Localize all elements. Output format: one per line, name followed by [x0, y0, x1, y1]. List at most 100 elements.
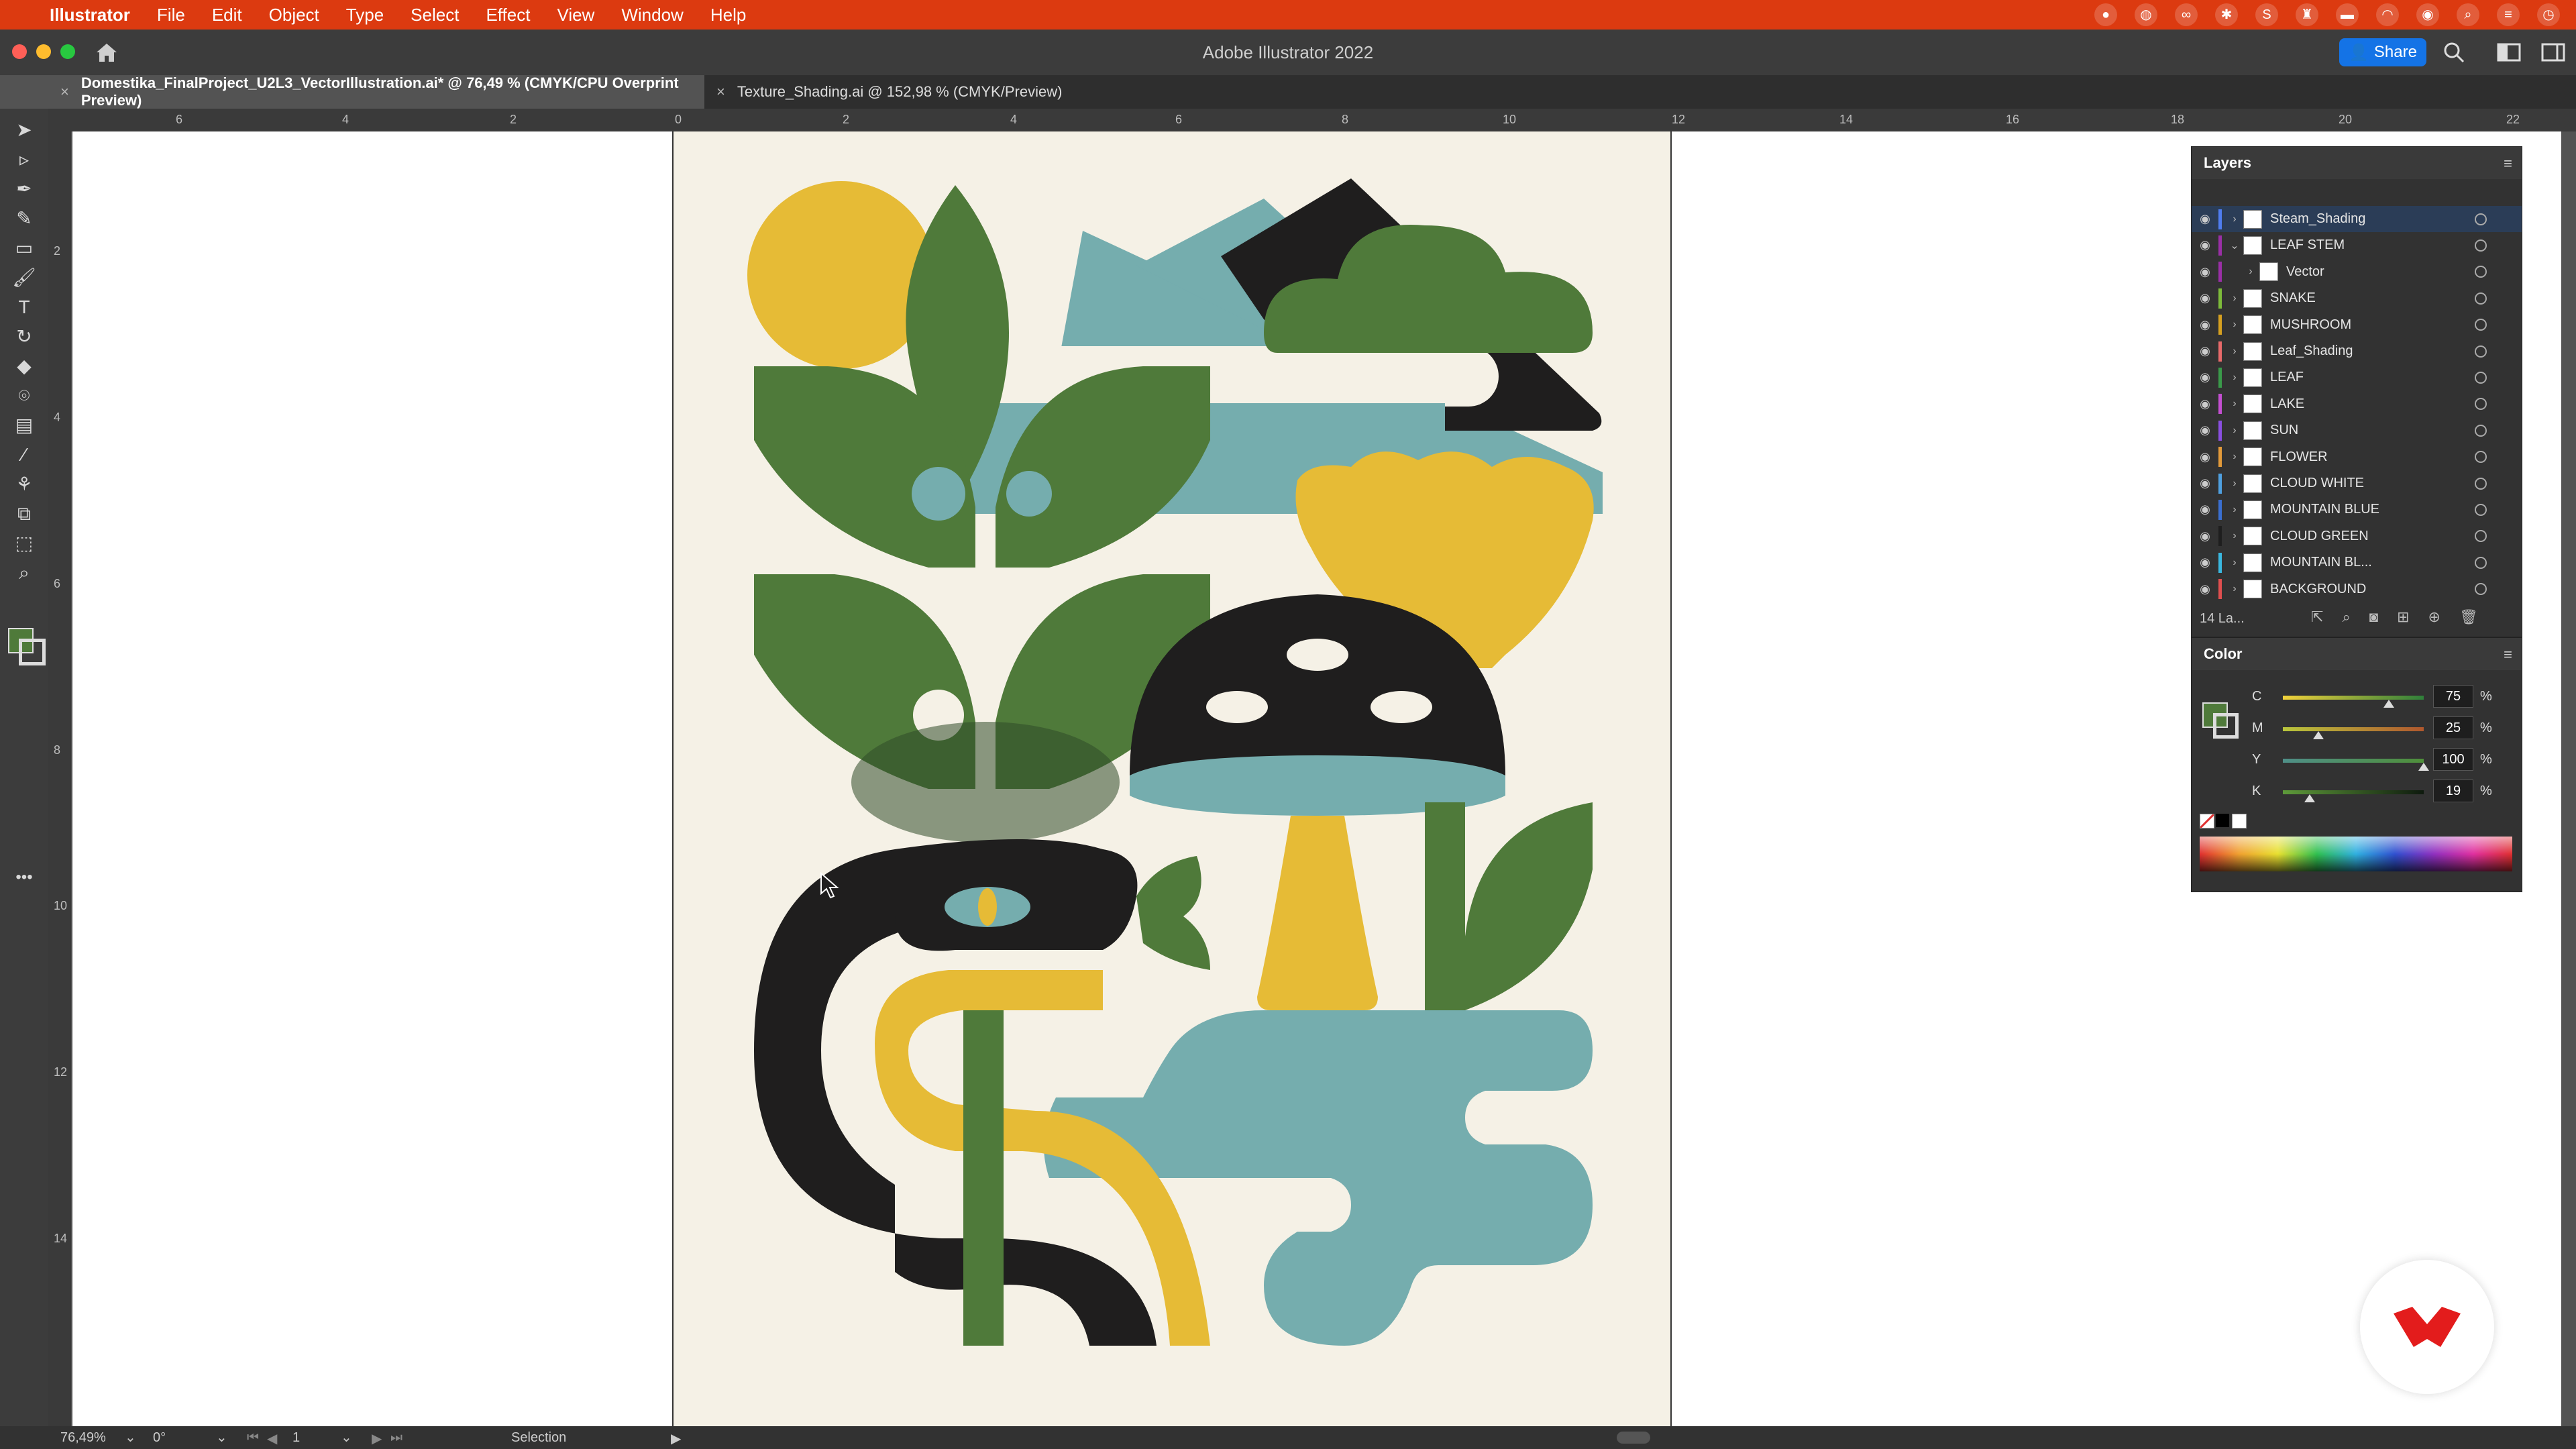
visibility-eye-icon[interactable]: ◉ — [2192, 529, 2218, 543]
target-circle-icon[interactable] — [2475, 424, 2487, 437]
close-tab-icon[interactable]: × — [716, 83, 725, 101]
layer-row[interactable]: ◉ › CLOUD GREEN — [2192, 523, 2522, 549]
chevron-right-icon[interactable]: › — [2226, 583, 2243, 595]
layer-row[interactable]: ◉ › CLOUD WHITE — [2192, 470, 2522, 496]
channel-slider-track[interactable] — [2283, 759, 2424, 763]
menu-app-name[interactable]: Illustrator — [50, 5, 130, 25]
slider-handle-icon[interactable] — [2383, 700, 2394, 708]
zoom-tool-icon[interactable]: ⌕ — [12, 561, 36, 585]
layer-row[interactable]: ◉ › MUSHROOM — [2192, 312, 2522, 338]
color-spectrum[interactable] — [2200, 837, 2512, 871]
zoom-dropdown-icon[interactable]: ⌄ — [125, 1429, 136, 1446]
slider-handle-icon[interactable] — [2418, 763, 2429, 771]
layer-name[interactable]: MOUNTAIN BL... — [2270, 555, 2372, 570]
layer-row[interactable]: ◉ › Vector — [2192, 259, 2522, 285]
panel-menu-icon[interactable]: ≡ — [2504, 155, 2512, 172]
channel-slider-track[interactable] — [2283, 727, 2424, 731]
rectangle-tool-icon[interactable]: ▭ — [12, 236, 36, 260]
layer-name[interactable]: Steam_Shading — [2270, 211, 2365, 227]
visibility-eye-icon[interactable]: ◉ — [2192, 212, 2218, 226]
castle-icon[interactable]: ♜ — [2296, 3, 2318, 26]
artboard[interactable] — [672, 131, 1672, 1426]
layer-name[interactable]: SUN — [2270, 423, 2298, 438]
artboard-tool-icon[interactable]: ⬚ — [12, 531, 36, 555]
layer-name[interactable]: CLOUD GREEN — [2270, 529, 2369, 544]
menu-view[interactable]: View — [557, 5, 594, 25]
control-center-icon[interactable]: ≡ — [2497, 3, 2520, 26]
layer-name[interactable]: LEAF STEM — [2270, 237, 2345, 253]
extension-icon[interactable]: ✱ — [2215, 3, 2238, 26]
chevron-right-icon[interactable]: › — [2226, 557, 2243, 569]
artboard-dropdown-icon[interactable]: ⌄ — [341, 1429, 352, 1446]
layer-row[interactable]: ◉ ⌄ LEAF STEM — [2192, 232, 2522, 258]
lasso-tool-icon[interactable]: ⌾ — [12, 384, 36, 408]
slider-handle-icon[interactable] — [2312, 731, 2324, 739]
channel-slider-track[interactable] — [2283, 696, 2424, 700]
close-tab-icon[interactable]: × — [60, 83, 69, 101]
visibility-eye-icon[interactable]: ◉ — [2192, 291, 2218, 305]
new-layer-icon[interactable]: ⊕ — [2428, 608, 2440, 626]
artboard-first-icon[interactable]: ⏮ — [247, 1430, 259, 1446]
target-circle-icon[interactable] — [2475, 213, 2487, 225]
layer-row[interactable]: ◉ › Steam_Shading — [2192, 206, 2522, 232]
visibility-eye-icon[interactable]: ◉ — [2192, 397, 2218, 411]
layer-row[interactable]: ◉ › Leaf_Shading — [2192, 338, 2522, 364]
artboard-prev-icon[interactable]: ◀ — [267, 1430, 277, 1447]
rotation-value[interactable]: 0° — [153, 1430, 166, 1446]
menu-type[interactable]: Type — [346, 5, 384, 25]
visibility-eye-icon[interactable]: ◉ — [2192, 370, 2218, 384]
status-menu-arrow-icon[interactable]: ▶ — [671, 1430, 681, 1447]
target-circle-icon[interactable] — [2475, 266, 2487, 278]
chevron-right-icon[interactable]: › — [2226, 451, 2243, 463]
stroke-swatch[interactable] — [19, 639, 46, 665]
black-swatch[interactable] — [2216, 814, 2229, 827]
menu-object[interactable]: Object — [269, 5, 319, 25]
target-circle-icon[interactable] — [2475, 345, 2487, 358]
layer-row[interactable]: ◉ › FLOWER — [2192, 444, 2522, 470]
artboard-last-icon[interactable]: ⏭ — [390, 1430, 402, 1446]
layer-row[interactable]: ◉ › MOUNTAIN BLUE — [2192, 496, 2522, 523]
visibility-eye-icon[interactable]: ◉ — [2192, 344, 2218, 358]
target-circle-icon[interactable] — [2475, 319, 2487, 331]
chevron-down-icon[interactable]: ⌄ — [2226, 239, 2243, 252]
target-circle-icon[interactable] — [2475, 477, 2487, 490]
target-circle-icon[interactable] — [2475, 583, 2487, 596]
layer-row[interactable]: ◉ › LAKE — [2192, 391, 2522, 417]
layer-row[interactable]: ◉ › MOUNTAIN BL... — [2192, 549, 2522, 576]
flag-icon[interactable]: ▬ — [2336, 3, 2359, 26]
layer-name[interactable]: BACKGROUND — [2270, 582, 2366, 597]
obs-icon[interactable]: ● — [2094, 3, 2117, 26]
panel-toggle-icon[interactable] — [2541, 42, 2565, 63]
target-circle-icon[interactable] — [2475, 398, 2487, 411]
menu-edit[interactable]: Edit — [212, 5, 242, 25]
channel-value-input[interactable]: 19 — [2433, 780, 2473, 802]
visibility-eye-icon[interactable]: ◉ — [2192, 582, 2218, 596]
rotate-tool-icon[interactable]: ↻ — [12, 325, 36, 349]
layer-name[interactable]: MOUNTAIN BLUE — [2270, 502, 2379, 517]
vertical-ruler[interactable]: 2 4 6 8 10 12 14 — [48, 131, 71, 1426]
layer-name[interactable]: MUSHROOM — [2270, 317, 2351, 333]
layer-row[interactable]: ◉ › BACKGROUND — [2192, 576, 2522, 602]
layer-name[interactable]: Vector — [2286, 264, 2324, 280]
search-icon[interactable] — [2442, 40, 2466, 64]
curvature-tool-icon[interactable]: ✎ — [12, 207, 36, 231]
layer-name[interactable]: SNAKE — [2270, 290, 2316, 306]
visibility-eye-icon[interactable]: ◉ — [2192, 265, 2218, 279]
channel-value-input[interactable]: 25 — [2433, 716, 2473, 739]
shape-builder-tool-icon[interactable]: ⧉ — [12, 502, 36, 526]
visibility-eye-icon[interactable]: ◉ — [2192, 318, 2218, 332]
channel-value-input[interactable]: 75 — [2433, 685, 2473, 708]
visibility-eye-icon[interactable]: ◉ — [2192, 238, 2218, 252]
chevron-right-icon[interactable]: › — [2226, 345, 2243, 358]
target-circle-icon[interactable] — [2475, 239, 2487, 252]
chevron-right-icon[interactable]: › — [2226, 504, 2243, 516]
clipping-mask-icon[interactable]: ◙ — [2369, 608, 2378, 626]
layer-row[interactable]: ◉ › SNAKE — [2192, 285, 2522, 311]
visibility-eye-icon[interactable]: ◉ — [2192, 502, 2218, 517]
visibility-eye-icon[interactable]: ◉ — [2192, 450, 2218, 464]
spotlight-icon[interactable]: ⌕ — [2457, 3, 2479, 26]
tab-document-main[interactable]: × Domestika_FinalProject_U2L3_VectorIllu… — [48, 74, 704, 109]
slider-handle-icon[interactable] — [2304, 794, 2315, 802]
pen-tool-icon[interactable]: ✒ — [12, 177, 36, 201]
visibility-eye-icon[interactable]: ◉ — [2192, 476, 2218, 490]
